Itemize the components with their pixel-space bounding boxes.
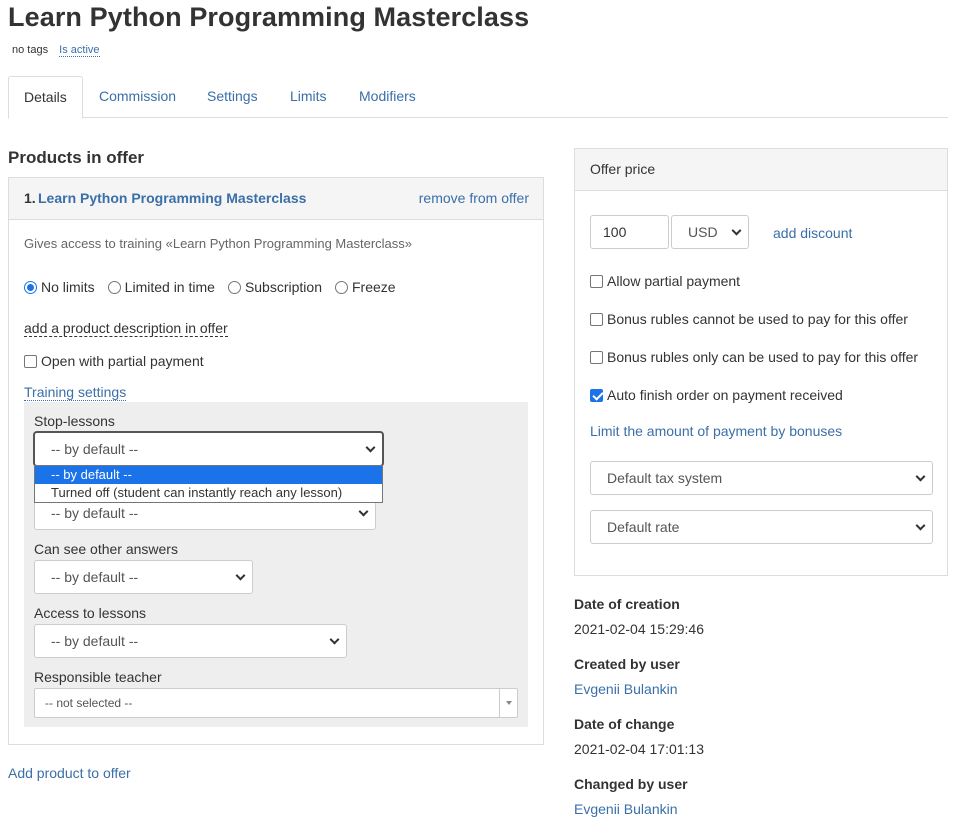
date-created-label: Date of creation [574, 596, 680, 612]
select-value: USD [688, 224, 718, 240]
auto-finish-order-checkbox[interactable]: Auto finish order on payment received [590, 387, 843, 403]
select-value: -- by default -- [51, 441, 139, 457]
remove-from-offer-link[interactable]: remove from offer [419, 190, 529, 206]
radio-label: Limited in time [124, 279, 215, 295]
radio-label: No limits [41, 279, 95, 295]
access-lessons-select[interactable]: -- by default -- [34, 624, 347, 658]
select-value: -- by default -- [51, 505, 139, 521]
tab-commission[interactable]: Commission [84, 76, 191, 118]
radio-button[interactable] [24, 280, 37, 294]
checkbox[interactable] [590, 274, 603, 288]
product-name-link[interactable]: Learn Python Programming Masterclass [38, 190, 306, 206]
tab-bar: Details Commission Settings Limits Modif… [8, 76, 948, 119]
add-discount-link[interactable]: add discount [773, 225, 852, 241]
checkbox-label: Allow partial payment [607, 273, 741, 289]
checkbox[interactable] [590, 312, 603, 326]
date-changed-label: Date of change [574, 716, 675, 732]
chevron-down-icon [329, 634, 340, 645]
date-created-value: 2021-02-04 15:29:46 [574, 621, 704, 637]
tag-line: no tags Is active [12, 44, 100, 57]
radio-button[interactable] [107, 280, 121, 294]
changed-by-user-link[interactable]: Evgenii Bulankin [574, 801, 678, 817]
products-section-title: Products in offer [8, 148, 145, 167]
chevron-down-icon [358, 506, 369, 517]
chevron-down-icon [915, 520, 926, 531]
gives-access-text: Gives access to training «Learn Python P… [24, 236, 413, 251]
tax-system-select[interactable]: Default tax system [590, 461, 933, 495]
product-header: 1. Learn Python Programming Masterclass … [9, 178, 543, 220]
other-answers-label: Can see other answers [34, 541, 178, 557]
caret-down-icon[interactable] [499, 689, 517, 717]
open-partial-payment-checkbox[interactable]: Open with partial payment [24, 353, 204, 369]
checkbox-label: Open with partial payment [41, 353, 204, 369]
checkbox[interactable] [24, 354, 37, 368]
product-number: 1. [24, 190, 36, 206]
currency-select[interactable]: USD [671, 215, 749, 249]
tab-settings[interactable]: Settings [192, 76, 273, 118]
responsible-teacher-label: Responsible teacher [34, 669, 162, 685]
allow-partial-payment-checkbox[interactable]: Allow partial payment [590, 273, 740, 289]
created-by-label: Created by user [574, 656, 680, 672]
checkbox-label: Bonus rubles cannot be used to pay for t… [607, 311, 908, 327]
select-value: -- not selected -- [45, 696, 133, 710]
checkbox-label: Auto finish order on payment received [607, 387, 843, 403]
checkbox-label: Bonus rubles only can be used to pay for… [607, 349, 919, 365]
select-value: Default rate [607, 519, 680, 535]
limit-bonuses-link[interactable]: Limit the amount of payment by bonuses [590, 423, 842, 439]
offer-price-header: Offer price [575, 149, 947, 191]
checkbox[interactable] [590, 388, 603, 402]
bonus-cannot-pay-checkbox[interactable]: Bonus rubles cannot be used to pay for t… [590, 311, 908, 327]
add-product-link[interactable]: Add product to offer [8, 765, 131, 781]
radio-no-limits[interactable]: No limits [24, 279, 95, 295]
created-by-user-link[interactable]: Evgenii Bulankin [574, 681, 678, 697]
input-value: 100 [603, 224, 627, 240]
other-answers-select[interactable]: -- by default -- [34, 560, 253, 594]
tab-details[interactable]: Details [8, 76, 83, 119]
page-title: Learn Python Programming Masterclass [8, 2, 530, 32]
add-product-description-link[interactable]: add a product description in offer [24, 320, 228, 337]
chevron-down-icon [235, 570, 246, 581]
radio-limited-in-time[interactable]: Limited in time [107, 279, 215, 295]
access-type-radios: No limits Limited in time Subscription F… [24, 278, 409, 296]
radio-freeze[interactable]: Freeze [334, 279, 396, 295]
radio-button[interactable] [334, 280, 348, 294]
changed-by-label: Changed by user [574, 776, 688, 792]
stop-lessons-select[interactable]: -- by default -- [34, 432, 383, 466]
responsible-teacher-select[interactable]: -- not selected -- [34, 688, 518, 718]
price-input[interactable]: 100 [590, 215, 669, 249]
access-lessons-label: Access to lessons [34, 605, 147, 621]
training-settings-link[interactable]: Training settings [24, 384, 127, 401]
select-value: -- by default -- [51, 633, 139, 649]
status-link[interactable]: Is active [59, 44, 100, 57]
chevron-down-icon [365, 442, 376, 453]
checkbox[interactable] [590, 350, 603, 364]
tab-limits[interactable]: Limits [275, 76, 342, 118]
stop-lessons-label: Stop-lessons [34, 413, 115, 429]
tags-label: no tags [12, 44, 49, 56]
select-value: -- by default -- [51, 569, 139, 585]
radio-subscription[interactable]: Subscription [227, 279, 322, 295]
bonus-only-pay-checkbox[interactable]: Bonus rubles only can be used to pay for… [590, 349, 918, 365]
chevron-down-icon [731, 225, 742, 236]
radio-label: Subscription [244, 279, 322, 295]
rate-select[interactable]: Default rate [590, 510, 933, 544]
chevron-down-icon [915, 471, 926, 482]
stop-lessons-dropdown: -- by default -- Turned off (student can… [34, 465, 383, 503]
date-changed-value: 2021-02-04 17:01:13 [574, 741, 704, 757]
dropdown-option-turned-off[interactable]: Turned off (student can instantly reach … [35, 484, 382, 502]
tab-modifiers[interactable]: Modifiers [344, 76, 431, 118]
radio-button[interactable] [227, 280, 241, 294]
offer-price-panel: Offer price 100 USD add discount Allow p… [574, 148, 948, 576]
select-value: Default tax system [607, 470, 723, 486]
dropdown-option-default[interactable]: -- by default -- [35, 466, 382, 484]
radio-label: Freeze [351, 279, 396, 295]
